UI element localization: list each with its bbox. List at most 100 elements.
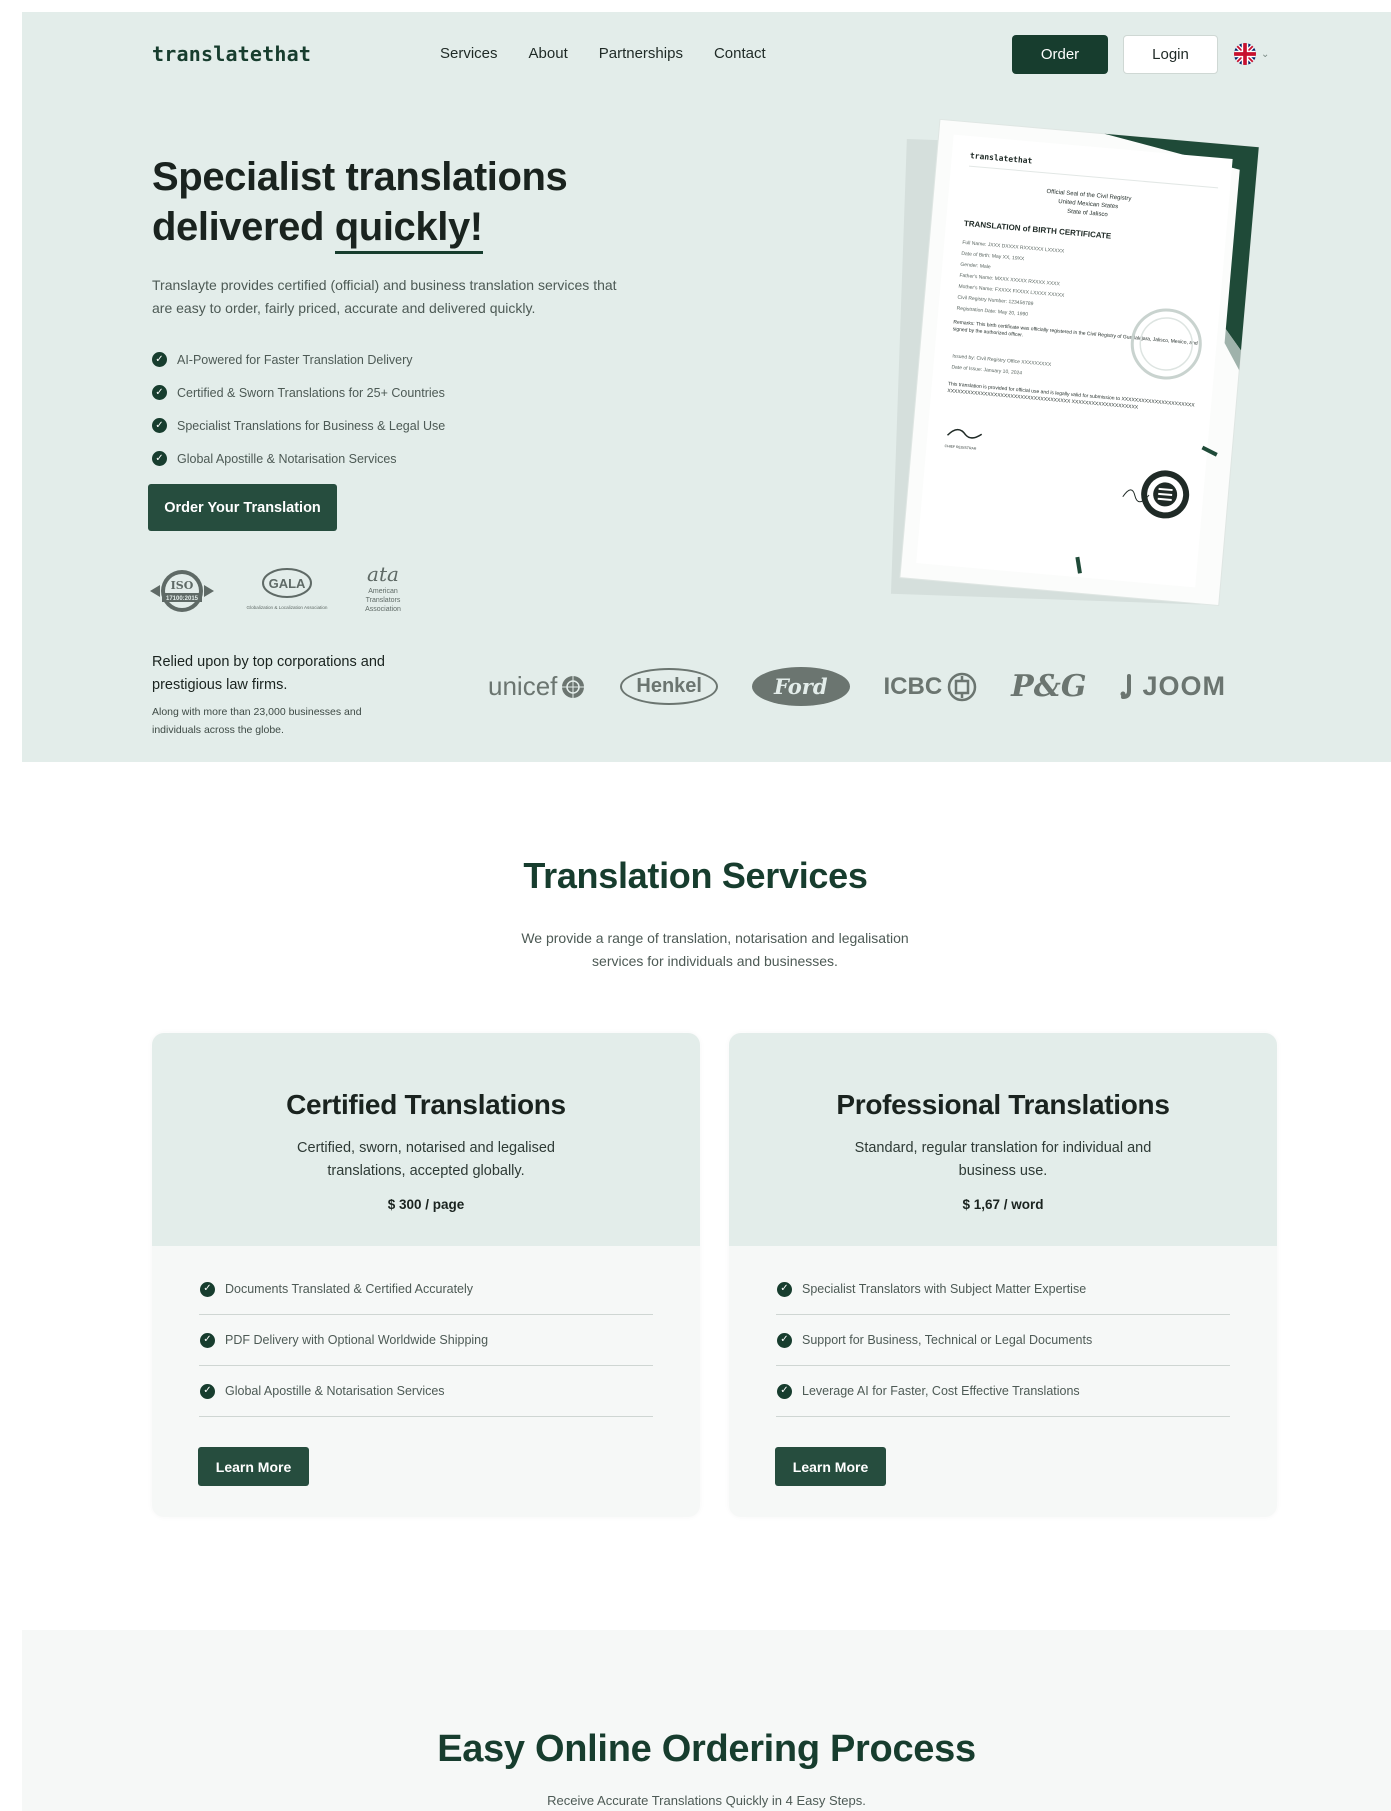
icbc-logo: ICBC [884, 672, 978, 702]
check-icon: ✓ [152, 385, 167, 400]
nav-links: Services About Partnerships Contact [440, 45, 766, 62]
card-price: $ 300 / page [387, 1197, 465, 1212]
nav-link-services[interactable]: Services [440, 45, 498, 62]
check-icon: ✓ [200, 1332, 215, 1348]
login-button[interactable]: Login [1123, 35, 1218, 74]
svg-text:Association: Association [365, 606, 401, 613]
check-icon: ✓ [152, 418, 167, 433]
list-item: ✓ Leverage AI for Faster, Cost Effective … [776, 1366, 1230, 1417]
certificate-illustration: translatethat Official Seal of the Civil… [884, 116, 1264, 616]
hero-description: Translayte provides certified (official)… [152, 277, 617, 316]
order-button[interactable]: Order [1012, 35, 1108, 74]
chevron-down-icon: ⌄ [1261, 48, 1270, 60]
ata-badge-icon: ata American Translators Association [365, 565, 401, 613]
list-item: ✓ Support for Business, Technical or Lega… [776, 1315, 1230, 1366]
list-item: ✓ PDF Delivery with Optional Worldwide Sh… [199, 1315, 653, 1366]
order-translation-button[interactable]: Order Your Translation [148, 484, 337, 531]
card-title: Professional Translations [836, 1089, 1170, 1120]
client-logos: unicef Henkel Ford ICBC P&G JOOM [488, 667, 1226, 706]
feature-text: Support for Business, Technical or Legal… [802, 1333, 1093, 1347]
list-item: ✓ Specialist Translators with Subject Mat… [776, 1264, 1230, 1315]
card-description: Certified, sworn, notarised and legalise… [297, 1140, 555, 1179]
iso-badge-icon: ISO 17100:2015 [150, 570, 214, 612]
list-item: ✓ AI-Powered for Faster Translation Deliv… [152, 343, 445, 376]
feature-text: AI-Powered for Faster Translation Delive… [177, 352, 413, 367]
top-navigation: translatethat Services About Partnership… [22, 12, 1391, 96]
gala-badge-icon: GALA Globalization & Localization Associ… [247, 568, 328, 610]
hero-title-line1: Specialist translations [152, 155, 568, 199]
svg-text:17100:2015: 17100:2015 [166, 596, 199, 602]
svg-text:Translators: Translators [366, 597, 401, 604]
svg-text:ISO: ISO [171, 579, 194, 592]
card-price: $ 1,67 / word [962, 1197, 1044, 1212]
hero-feature-list: ✓ AI-Powered for Faster Translation Deliv… [152, 343, 445, 475]
feature-text: Specialist Translations for Business & L… [177, 418, 446, 433]
ordering-title: Easy Online Ordering Process [437, 1728, 976, 1770]
list-item: ✓ Specialist Translations for Business & … [152, 409, 445, 442]
site-logo[interactable]: translatethat [152, 42, 311, 66]
check-icon: ✓ [777, 1383, 792, 1399]
language-selector[interactable]: ⌄ [1234, 43, 1269, 65]
feature-text: Leverage AI for Faster, Cost Effective T… [802, 1384, 1080, 1398]
certified-translations-card: Certified Translations Certified, sworn,… [152, 1033, 700, 1517]
svg-text:Globalization & Localization A: Globalization & Localization Association [247, 605, 328, 610]
social-proof: Relied upon by top corporations and pres… [152, 651, 402, 739]
uk-flag-icon [1234, 43, 1256, 65]
ford-logo: Ford [751, 667, 850, 706]
list-item: ✓ Global Apostille & Notarisation Service… [152, 442, 445, 475]
certificate-graphic: translatethat Official Seal of the Civil… [890, 118, 1260, 607]
check-icon: ✓ [200, 1383, 215, 1399]
joom-logo-text: JOOM [1142, 671, 1226, 701]
relied-heading: Relied upon by top corporations and pres… [152, 654, 385, 693]
svg-text:ata: ata [367, 565, 399, 586]
card-description: Standard, regular translation for indivi… [854, 1140, 1152, 1179]
list-item: ✓ Certified & Sworn Translations for 25+ … [152, 376, 445, 409]
unicef-logo: unicef [488, 671, 586, 702]
icbc-logo-text: ICBC [883, 672, 943, 700]
ordering-subtitle: Receive Accurate Translations Quickly in… [547, 1793, 866, 1808]
joom-logo: JOOM [1120, 671, 1226, 702]
ordering-section: Easy Online Ordering Process Receive Acc… [22, 1630, 1391, 1811]
card-title: Certified Translations [286, 1089, 566, 1120]
joom-mark-icon [1120, 673, 1132, 699]
card-header: Certified Translations Certified, sworn,… [152, 1033, 700, 1246]
check-icon: ✓ [152, 352, 167, 367]
feature-text: Global Apostille & Notarisation Services [225, 1384, 445, 1398]
check-icon: ✓ [200, 1281, 215, 1297]
list-item: ✓ Global Apostille & Notarisation Service… [199, 1366, 653, 1417]
list-item: ✓ Documents Translated & Certified Accura… [199, 1264, 653, 1315]
svg-text:GALA: GALA [269, 576, 306, 591]
card-header: Professional Translations Standard, regu… [729, 1033, 1277, 1246]
professional-translations-card: Professional Translations Standard, regu… [729, 1033, 1277, 1517]
services-description: We provide a range of translation, notar… [521, 930, 909, 969]
nav-link-about[interactable]: About [529, 45, 568, 62]
services-title: Translation Services [523, 855, 868, 896]
check-icon: ✓ [152, 451, 167, 466]
svg-text:American: American [368, 588, 398, 595]
check-icon: ✓ [777, 1332, 792, 1348]
learn-more-button[interactable]: Learn More [198, 1447, 309, 1486]
feature-text: Documents Translated & Certified Accurat… [225, 1282, 474, 1296]
page-margin [0, 0, 22, 1811]
feature-text: Global Apostille & Notarisation Services [177, 451, 397, 466]
hero-title: Specialist translations delivered quickl… [152, 152, 568, 254]
hero-title-highlight: quickly! [334, 205, 483, 254]
feature-text: Specialist Translators with Subject Matt… [802, 1282, 1087, 1296]
check-icon: ✓ [777, 1281, 792, 1297]
card-feature-list: ✓ Documents Translated & Certified Accura… [199, 1264, 653, 1417]
icbc-emblem-icon [947, 672, 977, 701]
relied-subtext: Along with more than 23,000 businesses a… [152, 706, 362, 736]
henkel-logo: Henkel [620, 668, 718, 705]
accreditation-badges: ISO 17100:2015 GALA Globalization & Loca… [148, 565, 408, 617]
card-feature-list: ✓ Specialist Translators with Subject Mat… [776, 1264, 1230, 1417]
globe-icon [562, 675, 585, 698]
nav-link-contact[interactable]: Contact [714, 45, 766, 62]
hero-title-line2-prefix: delivered [152, 205, 335, 249]
feature-text: Certified & Sworn Translations for 25+ C… [177, 385, 445, 400]
hero-section: translatethat Services About Partnership… [22, 12, 1391, 762]
learn-more-button[interactable]: Learn More [775, 1447, 886, 1486]
pg-logo: P&G [1011, 669, 1087, 704]
unicef-logo-text: unicef [488, 671, 558, 701]
nav-link-partnerships[interactable]: Partnerships [599, 45, 683, 62]
feature-text: PDF Delivery with Optional Worldwide Shi… [225, 1333, 489, 1347]
